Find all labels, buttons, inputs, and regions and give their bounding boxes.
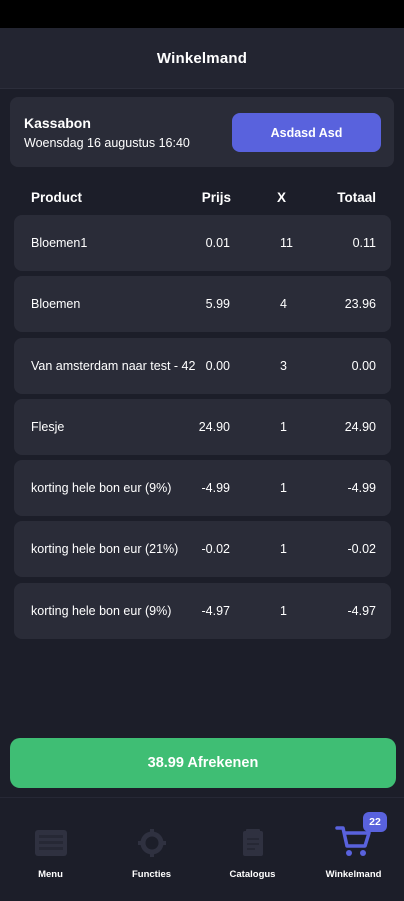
menu-icon (34, 830, 67, 856)
cart-item-row[interactable]: Flesje 24.90 1 24.90 (14, 398, 391, 455)
item-product: korting hele bon eur (9%) (31, 603, 172, 618)
item-product: Bloemen (31, 297, 81, 312)
nav-label-cart: Winkelmand (325, 869, 382, 880)
receipt-card: Kassabon Woensdag 16 augustus 16:40 Asda… (10, 97, 394, 167)
cart-count-badge: 22 (363, 812, 387, 832)
cart-item-row[interactable]: Bloemen1 0.01 11 0.11 (14, 215, 391, 271)
status-bar (0, 0, 404, 28)
cart-item-row[interactable]: Van amsterdam naar test - 42 0.00 3 0.00 (14, 337, 391, 394)
item-total: -4.99 (347, 481, 377, 496)
receipt-title: Kassabon (24, 115, 91, 131)
item-total: 0.11 (352, 236, 376, 250)
item-price: 0.00 (205, 358, 230, 373)
item-product: korting hele bon eur (21%) (31, 542, 179, 557)
nav-label-functions: Functies (131, 869, 172, 880)
checkout-button[interactable]: 38.99 Afrekenen (10, 738, 396, 788)
cart-item-row[interactable]: korting hele bon eur (9%) -4.99 1 -4.99 (14, 460, 391, 517)
item-total: -0.02 (347, 542, 377, 557)
functions-icon (137, 829, 166, 857)
column-header-price: Prijs (201, 190, 231, 205)
item-price: -4.97 (201, 603, 231, 618)
app-header: Winkelmand (0, 28, 404, 89)
item-price: -4.99 (201, 481, 231, 496)
nav-label-menu: Menu (38, 869, 63, 880)
item-product: Bloemen1 (31, 236, 88, 250)
item-total: 24.90 (344, 419, 376, 434)
item-qty: 1 (280, 481, 287, 496)
cart-item-row[interactable]: korting hele bon eur (9%) -4.97 1 -4.97 (14, 582, 391, 639)
item-product: Van amsterdam naar test - 42 (31, 358, 196, 373)
item-total: 23.96 (344, 297, 376, 312)
item-price: 5.99 (205, 297, 230, 312)
nav-item-catalog[interactable]: Catalogus (202, 798, 303, 898)
item-qty: 3 (280, 358, 287, 373)
bottom-nav: Menu Functies Catalogus Winkelmand (0, 797, 404, 901)
item-total: 0.00 (351, 358, 376, 373)
item-qty: 11 (280, 236, 293, 250)
column-header-total: Totaal (337, 190, 376, 205)
nav-label-catalog: Catalogus (229, 869, 276, 880)
customer-button[interactable]: Asdasd Asd (232, 113, 381, 152)
cart-item-row[interactable]: korting hele bon eur (21%) -0.02 1 -0.02 (14, 521, 391, 578)
cart-item-list: Bloemen1 0.01 11 0.11 Bloemen 5.99 4 23.… (14, 215, 391, 644)
nav-item-functions[interactable]: Functies (101, 798, 202, 898)
receipt-date: Woensdag 16 augustus 16:40 (24, 136, 190, 150)
item-product: Flesje (31, 419, 65, 434)
nav-item-cart[interactable]: Winkelmand (303, 798, 404, 898)
item-product: korting hele bon eur (9%) (31, 481, 172, 496)
item-price: -0.02 (201, 542, 231, 557)
item-qty: 1 (280, 419, 287, 434)
column-header-product: Product (31, 190, 83, 205)
item-qty: 1 (280, 603, 287, 618)
page-title: Winkelmand (156, 49, 248, 67)
item-qty: 1 (280, 542, 287, 557)
column-header-qty: X (277, 190, 287, 205)
catalog-icon (242, 829, 263, 856)
nav-item-menu[interactable]: Menu (0, 798, 101, 898)
item-qty: 4 (280, 297, 287, 312)
item-price: 24.90 (198, 419, 230, 434)
cart-item-row[interactable]: Bloemen 5.99 4 23.96 (14, 276, 391, 333)
item-price: 0.01 (205, 236, 230, 250)
table-header: Product Prijs X Totaal (14, 190, 392, 212)
item-total: -4.97 (347, 603, 377, 618)
